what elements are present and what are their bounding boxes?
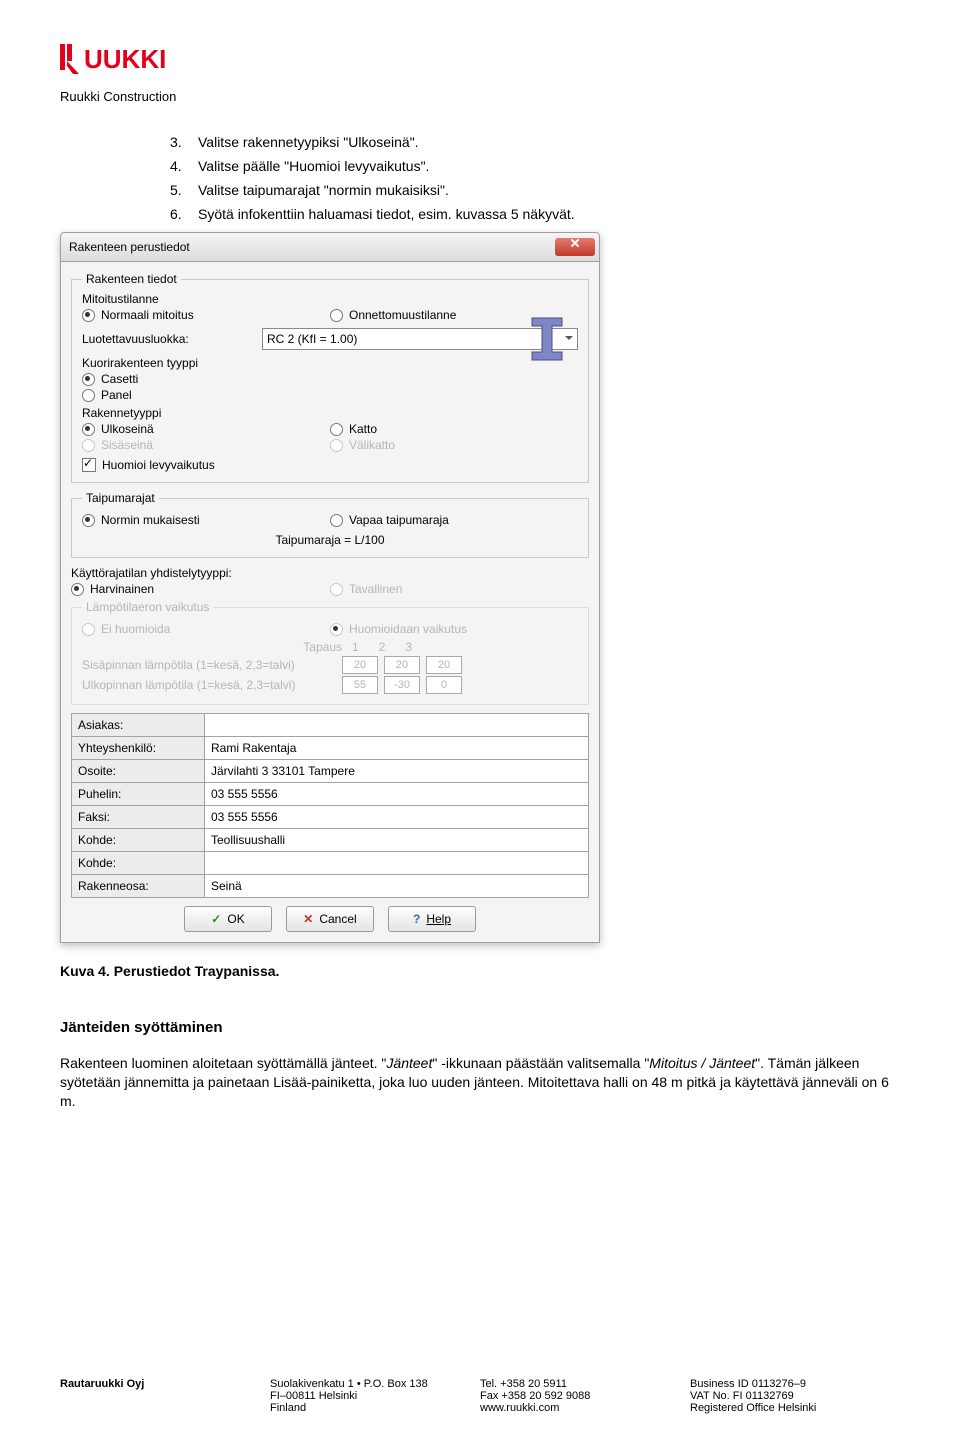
radio-valikatto: Välikatto <box>330 438 578 452</box>
table-row: Asiakas: <box>72 714 589 737</box>
help-button[interactable]: ?Help <box>388 906 476 932</box>
group-lampotilaero: Lämpötilaeron vaikutus Ei huomioida Huom… <box>71 600 589 705</box>
radio-casetti[interactable]: Casetti <box>82 372 138 386</box>
radio-harvinainen[interactable]: Harvinainen <box>71 582 330 596</box>
legend: Rakenteen tiedot <box>82 272 181 286</box>
step-number: 3. <box>170 134 198 150</box>
legend: Taipumarajat <box>82 491 159 505</box>
sisa-2: 20 <box>384 656 420 674</box>
taipumaraja-equation: Taipumaraja = L/100 <box>275 533 384 547</box>
step-number: 6. <box>170 206 198 222</box>
input-puhelin[interactable]: 03 555 5556 <box>205 783 589 806</box>
beam-icon <box>524 316 570 362</box>
label-tapaus: Tapaus <box>82 640 352 654</box>
table-row: Yhteyshenkilö:Rami Rakentaja <box>72 737 589 760</box>
group-rakenteen-tiedot: Rakenteen tiedot Mitoitustilanne Normaal… <box>71 272 589 483</box>
ulko-3: 0 <box>426 676 462 694</box>
input-kohde-1[interactable]: Teollisuushalli <box>205 829 589 852</box>
dialog-window: Rakenteen perustiedot Rakenteen tiedot M… <box>60 232 600 943</box>
radio-katto[interactable]: Katto <box>330 422 578 436</box>
input-kohde-2[interactable] <box>205 852 589 875</box>
step-number: 5. <box>170 182 198 198</box>
info-table: Asiakas: Yhteyshenkilö:Rami Rakentaja Os… <box>71 713 589 898</box>
checkbox-levyvaikutus-label: Huomioi levyvaikutus <box>102 458 215 472</box>
radio-huomioidaan: Huomioidaan vaikutus <box>330 622 578 636</box>
col-1: 1 <box>352 640 359 654</box>
page-footer: Rautaruukki Oyj Suolakivenkatu 1 • P.O. … <box>60 1378 900 1414</box>
radio-normin-mukaisesti[interactable]: Normin mukaisesti <box>82 513 330 527</box>
ulko-2: -30 <box>384 676 420 694</box>
radio-tavallinen: Tavallinen <box>330 582 589 596</box>
input-yhteyshenkilo[interactable]: Rami Rakentaja <box>205 737 589 760</box>
col-3: 3 <box>405 640 412 654</box>
radio-ulkoseina[interactable]: Ulkoseinä <box>82 422 330 436</box>
label-luotettavuusluokka: Luotettavuusluokka: <box>82 332 262 346</box>
ok-button[interactable]: ✓OK <box>184 906 272 932</box>
check-icon: ✓ <box>211 912 221 926</box>
cancel-button[interactable]: ✕Cancel <box>286 906 374 932</box>
footer-tel: Tel. +358 20 5911 <box>480 1378 690 1390</box>
legend: Lämpötilaeron vaikutus <box>82 600 213 614</box>
step-text: Valitse päälle "Huomioi levyvaikutus". <box>198 158 429 174</box>
sisa-1: 20 <box>342 656 378 674</box>
label-rakennetyyppi: Rakennetyyppi <box>82 406 578 420</box>
step-text: Syötä infokenttiin haluamasi tiedot, esi… <box>198 206 575 222</box>
table-row: Puhelin:03 555 5556 <box>72 783 589 806</box>
label-kuorirakenne: Kuorirakenteen tyyppi <box>82 356 578 370</box>
label-mitoitustilanne: Mitoitustilanne <box>82 292 578 306</box>
footer-addr-1: Suolakivenkatu 1 • P.O. Box 138 <box>270 1378 480 1390</box>
svg-text:UUKKI: UUKKI <box>84 44 166 74</box>
footer-addr-2: FI–00811 Helsinki <box>270 1390 480 1402</box>
sisa-3: 20 <box>426 656 462 674</box>
figure-caption: Kuva 4. Perustiedot Traypanissa. <box>60 963 900 979</box>
table-row: Osoite:Järvilahti 3 33101 Tampere <box>72 760 589 783</box>
radio-ei-huomioida: Ei huomioida <box>82 622 330 636</box>
step-number: 4. <box>170 158 198 174</box>
footer-addr-3: Finland <box>270 1402 480 1414</box>
table-row: Kohde: <box>72 852 589 875</box>
question-icon: ? <box>413 912 420 926</box>
close-icon: ✕ <box>303 912 313 926</box>
group-taipumarajat: Taipumarajat Normin mukaisesti Vapaa tai… <box>71 491 589 558</box>
label-sisapinta: Sisäpinnan lämpötila (1=kesä, 2,3=talvi) <box>82 658 342 672</box>
table-row: Faksi:03 555 5556 <box>72 806 589 829</box>
section-heading: Jänteiden syöttäminen <box>60 1019 900 1036</box>
input-osoite[interactable]: Järvilahti 3 33101 Tampere <box>205 760 589 783</box>
radio-vapaa-taipumaraja[interactable]: Vapaa taipumaraja <box>330 513 578 527</box>
company-subtitle: Ruukki Construction <box>60 89 900 104</box>
table-row: Rakenneosa:Seinä <box>72 875 589 898</box>
radio-panel[interactable]: Panel <box>82 388 132 402</box>
numbered-steps: 3.Valitse rakennetyypiksi "Ulkoseinä". 4… <box>170 134 890 222</box>
footer-vat: VAT No. FI 01132769 <box>690 1390 900 1402</box>
ulko-1: 55 <box>342 676 378 694</box>
step-text: Valitse rakennetyypiksi "Ulkoseinä". <box>198 134 419 150</box>
close-icon[interactable] <box>555 238 595 256</box>
step-text: Valitse taipumarajat "normin mukaisiksi"… <box>198 182 449 198</box>
footer-office: Registered Office Helsinki <box>690 1402 900 1414</box>
label-yhdistelytyyppi: Käyttörajatilan yhdistelytyyppi: <box>71 566 589 580</box>
col-2: 2 <box>379 640 386 654</box>
checkbox-levyvaikutus[interactable] <box>82 458 96 472</box>
footer-businessid: Business ID 0113276–9 <box>690 1378 900 1390</box>
label-ulkopinta: Ulkopinnan lämpötila (1=kesä, 2,3=talvi) <box>82 678 342 692</box>
radio-sisaseina: Sisäseinä <box>82 438 330 452</box>
table-row: Kohde:Teollisuushalli <box>72 829 589 852</box>
input-asiakas[interactable] <box>205 714 589 737</box>
footer-company: Rautaruukki Oyj <box>60 1378 270 1390</box>
radio-normaali-mitoitus[interactable]: Normaali mitoitus <box>82 308 330 322</box>
input-rakenneosa[interactable]: Seinä <box>205 875 589 898</box>
footer-web: www.ruukki.com <box>480 1402 690 1414</box>
dialog-title: Rakenteen perustiedot <box>69 240 190 254</box>
input-faksi[interactable]: 03 555 5556 <box>205 806 589 829</box>
ruukki-logo: UUKKI <box>60 40 900 79</box>
footer-fax: Fax +358 20 592 9088 <box>480 1390 690 1402</box>
section-paragraph: Rakenteen luominen aloitetaan syöttämäll… <box>60 1054 900 1111</box>
dialog-titlebar[interactable]: Rakenteen perustiedot <box>60 232 600 262</box>
